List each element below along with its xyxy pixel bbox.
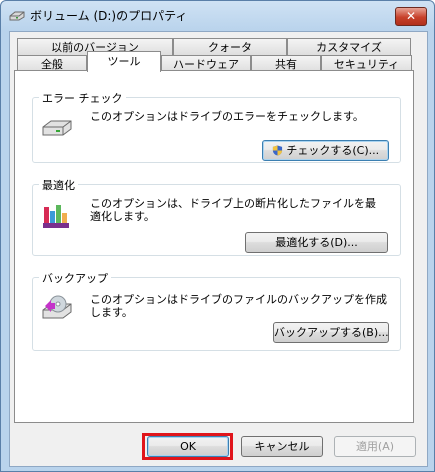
tab-customize[interactable]: カスタマイズ <box>287 38 411 55</box>
window-title: ボリューム (D:)のプロパティ <box>30 9 188 23</box>
backup-now-button[interactable]: バックアップする(B)... <box>273 322 389 343</box>
error-check-description: このオプションはドライブのエラーをチェックします。 <box>90 110 364 123</box>
defrag-title: 最適化 <box>39 177 78 193</box>
drive-icon <box>9 11 25 21</box>
close-icon: ✕ <box>405 9 417 23</box>
defrag-description: このオプションは、ドライブ上の断片化したファイルを最適化します。 <box>90 197 376 223</box>
tools-tab-panel: エラー チェック このオプションはドライブのエラーをチェックします。 チェックす… <box>14 70 414 423</box>
tab-quota[interactable]: クォータ <box>173 38 287 55</box>
error-check-title: エラー チェック <box>39 90 126 106</box>
drive-check-icon <box>42 120 72 136</box>
backup-title: バックアップ <box>39 270 111 286</box>
ok-button-highlight <box>142 433 233 460</box>
defragment-now-button[interactable]: 最適化する(D)... <box>245 232 388 253</box>
error-check-group: エラー チェック このオプションはドライブのエラーをチェックします。 チェックす… <box>32 90 401 163</box>
close-button[interactable]: ✕ <box>395 7 427 26</box>
cancel-button[interactable]: キャンセル <box>241 436 323 457</box>
backup-icon <box>42 295 72 319</box>
title-bar[interactable]: ボリューム (D:)のプロパティ ✕ <box>1 1 434 29</box>
backup-group: バックアップ このオプションはドライブのファイルのバックアップを作成します。 バ… <box>32 270 401 351</box>
check-now-button[interactable]: チェックする(C)... <box>262 140 389 161</box>
apply-button[interactable]: 適用(A) <box>334 436 416 457</box>
backup-description: このオプションはドライブのファイルのバックアップを作成します。 <box>90 293 387 319</box>
tab-tools[interactable]: ツール <box>87 51 161 72</box>
defrag-group: 最適化 このオプションは、ドライブ上の断片化したファイルを最適化します。 最適化… <box>32 177 401 256</box>
uac-shield-icon <box>272 145 282 156</box>
defrag-icon <box>43 205 69 228</box>
